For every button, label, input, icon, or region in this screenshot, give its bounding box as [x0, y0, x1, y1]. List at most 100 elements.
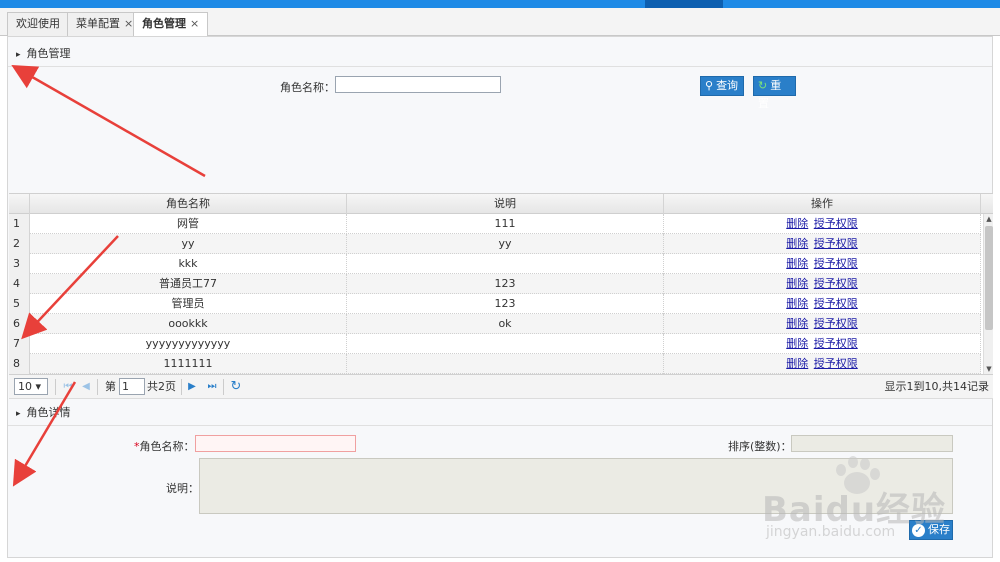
grid-cell-name: 网管: [30, 214, 347, 234]
table-row[interactable]: 2 yy yy 删除 授予权限: [9, 234, 981, 254]
delete-link[interactable]: 删除: [786, 217, 808, 230]
table-row[interactable]: 7 yyyyyyyyyyyyy 删除 授予权限: [9, 334, 981, 354]
grid-cell-rownum: 2: [9, 234, 30, 254]
detail-panel-header[interactable]: ▸ 角色详情: [8, 400, 992, 426]
close-icon[interactable]: ×: [124, 17, 133, 30]
tab-label: 欢迎使用: [16, 17, 60, 30]
grid-cell-name: 1111111: [30, 354, 347, 374]
first-page-icon[interactable]: ⏮: [61, 380, 75, 394]
page-number-value: 1: [122, 380, 129, 393]
role-name-label-text: 角色名称：: [139, 440, 195, 453]
grid-cell-name: 普通员工77: [30, 274, 347, 294]
grid-header-actions[interactable]: 操作: [664, 194, 981, 214]
order-label: 排序(整数)：: [728, 440, 792, 453]
save-button-label: 保存: [928, 523, 950, 536]
grid-cell-rownum: 7: [9, 334, 30, 354]
grid-header-desc[interactable]: 说明: [347, 194, 664, 214]
grid-cell-actions: 删除 授予权限: [664, 354, 981, 374]
pager-divider: [55, 379, 56, 395]
search-role-name-input[interactable]: [335, 76, 501, 93]
description-label: 说明：: [166, 482, 199, 495]
grant-permission-link[interactable]: 授予权限: [814, 317, 858, 330]
delete-link[interactable]: 删除: [786, 257, 808, 270]
pager-summary: 显示1到10,共14记录: [884, 380, 990, 393]
grid-cell-actions: 删除 授予权限: [664, 334, 981, 354]
table-row[interactable]: 5 管理员 123 删除 授予权限: [9, 294, 981, 314]
description-textarea[interactable]: [199, 458, 953, 514]
last-page-icon[interactable]: ⏭: [205, 380, 219, 394]
role-name-input[interactable]: [195, 435, 356, 452]
delete-link[interactable]: 删除: [786, 237, 808, 250]
page-total: 共2页: [147, 380, 176, 393]
page-prefix: 第: [105, 380, 116, 393]
grid-header: 角色名称 说明 操作: [9, 194, 993, 214]
grid-cell-desc: [347, 354, 664, 374]
delete-link[interactable]: 删除: [786, 357, 808, 370]
delete-link[interactable]: 删除: [786, 297, 808, 310]
pager-divider: [97, 379, 98, 395]
grid-cell-name: kkk: [30, 254, 347, 274]
table-row[interactable]: 4 普通员工77 123 删除 授予权限: [9, 274, 981, 294]
detail-panel-title: 角色详情: [26, 406, 71, 419]
role-panel-header[interactable]: ▸ 角色管理: [8, 41, 992, 67]
table-row[interactable]: 3 kkk 删除 授予权限: [9, 254, 981, 274]
top-accent-segment: [645, 0, 723, 8]
scroll-thumb[interactable]: [985, 226, 993, 330]
grant-permission-link[interactable]: 授予权限: [814, 337, 858, 350]
main-content: ▸ 角色管理 角色名称： ⚲ 查询 ↻ 重置 角色名称 说明 操作 1 网管 111 删除 …: [7, 36, 993, 558]
page-size-select[interactable]: 10 ▾: [14, 378, 48, 395]
reset-button[interactable]: ↻ 重置: [753, 76, 796, 110]
role-panel-title: 角色管理: [26, 47, 71, 60]
tab-welcome[interactable]: 欢迎使用: [7, 12, 69, 36]
grid-pager: 10 ▾ ⏮ ◀ 第 1 共2页 ▶ ⏭ ↻ 显示1到10,共14记录: [9, 375, 993, 399]
grid-cell-actions: 删除 授予权限: [664, 254, 981, 274]
grant-permission-link[interactable]: 授予权限: [814, 257, 858, 270]
close-icon[interactable]: ×: [190, 17, 199, 30]
order-input[interactable]: [791, 435, 953, 452]
search-role-name-label: 角色名称：: [280, 81, 335, 94]
delete-link[interactable]: 删除: [786, 317, 808, 330]
pager-divider: [181, 379, 182, 395]
grant-permission-link[interactable]: 授予权限: [814, 217, 858, 230]
scroll-down-icon[interactable]: ▼: [984, 364, 993, 374]
grid-cell-rownum: 3: [9, 254, 30, 274]
grid-cell-actions: 删除 授予权限: [664, 234, 981, 254]
grid-header-rownum: [9, 194, 30, 214]
grid-cell-actions: 删除 授予权限: [664, 314, 981, 334]
query-button[interactable]: ⚲ 查询: [700, 76, 744, 96]
search-icon: ⚲: [705, 79, 714, 92]
prev-page-icon[interactable]: ◀: [79, 380, 93, 394]
grant-permission-link[interactable]: 授予权限: [814, 297, 858, 310]
grid-cell-actions: 删除 授予权限: [664, 214, 981, 234]
refresh-icon: ↻: [758, 79, 768, 92]
refresh-icon[interactable]: ↻: [229, 380, 243, 394]
top-accent-bar: [0, 0, 1000, 8]
grid-scrollbar[interactable]: ▲ ▼: [983, 214, 993, 374]
grant-permission-link[interactable]: 授予权限: [814, 357, 858, 370]
grid-cell-rownum: 1: [9, 214, 30, 234]
page-number-input[interactable]: 1: [119, 378, 145, 395]
query-button-label: 查询: [716, 79, 739, 92]
role-grid: 角色名称 说明 操作 1 网管 111 删除 授予权限 2 yy yy 删除 授予权限 3 kkk…: [9, 193, 993, 375]
tab-role-management[interactable]: 角色管理 ×: [133, 12, 209, 37]
grid-cell-rownum: 5: [9, 294, 30, 314]
grid-cell-name: oookkk: [30, 314, 347, 334]
grid-cell-actions: 删除 授予权限: [664, 274, 981, 294]
tab-menu-config[interactable]: 菜单配置 ×: [67, 12, 143, 36]
scroll-up-icon[interactable]: ▲: [984, 214, 993, 224]
delete-link[interactable]: 删除: [786, 337, 808, 350]
grid-header-name[interactable]: 角色名称: [30, 194, 347, 214]
table-row[interactable]: 6 oookkk ok 删除 授予权限: [9, 314, 981, 334]
table-row[interactable]: 8 1111111 删除 授予权限: [9, 354, 981, 374]
table-row[interactable]: 1 网管 111 删除 授予权限: [9, 214, 981, 234]
pager-divider: [223, 379, 224, 395]
grid-cell-rownum: 4: [9, 274, 30, 294]
delete-link[interactable]: 删除: [786, 277, 808, 290]
save-icon: ✓: [912, 524, 925, 537]
grant-permission-link[interactable]: 授予权限: [814, 237, 858, 250]
page-size-value: 10: [18, 380, 32, 393]
tab-label: 菜单配置: [76, 17, 120, 30]
next-page-icon[interactable]: ▶: [185, 380, 199, 394]
save-button[interactable]: ✓ 保存: [909, 520, 953, 540]
grant-permission-link[interactable]: 授予权限: [814, 277, 858, 290]
